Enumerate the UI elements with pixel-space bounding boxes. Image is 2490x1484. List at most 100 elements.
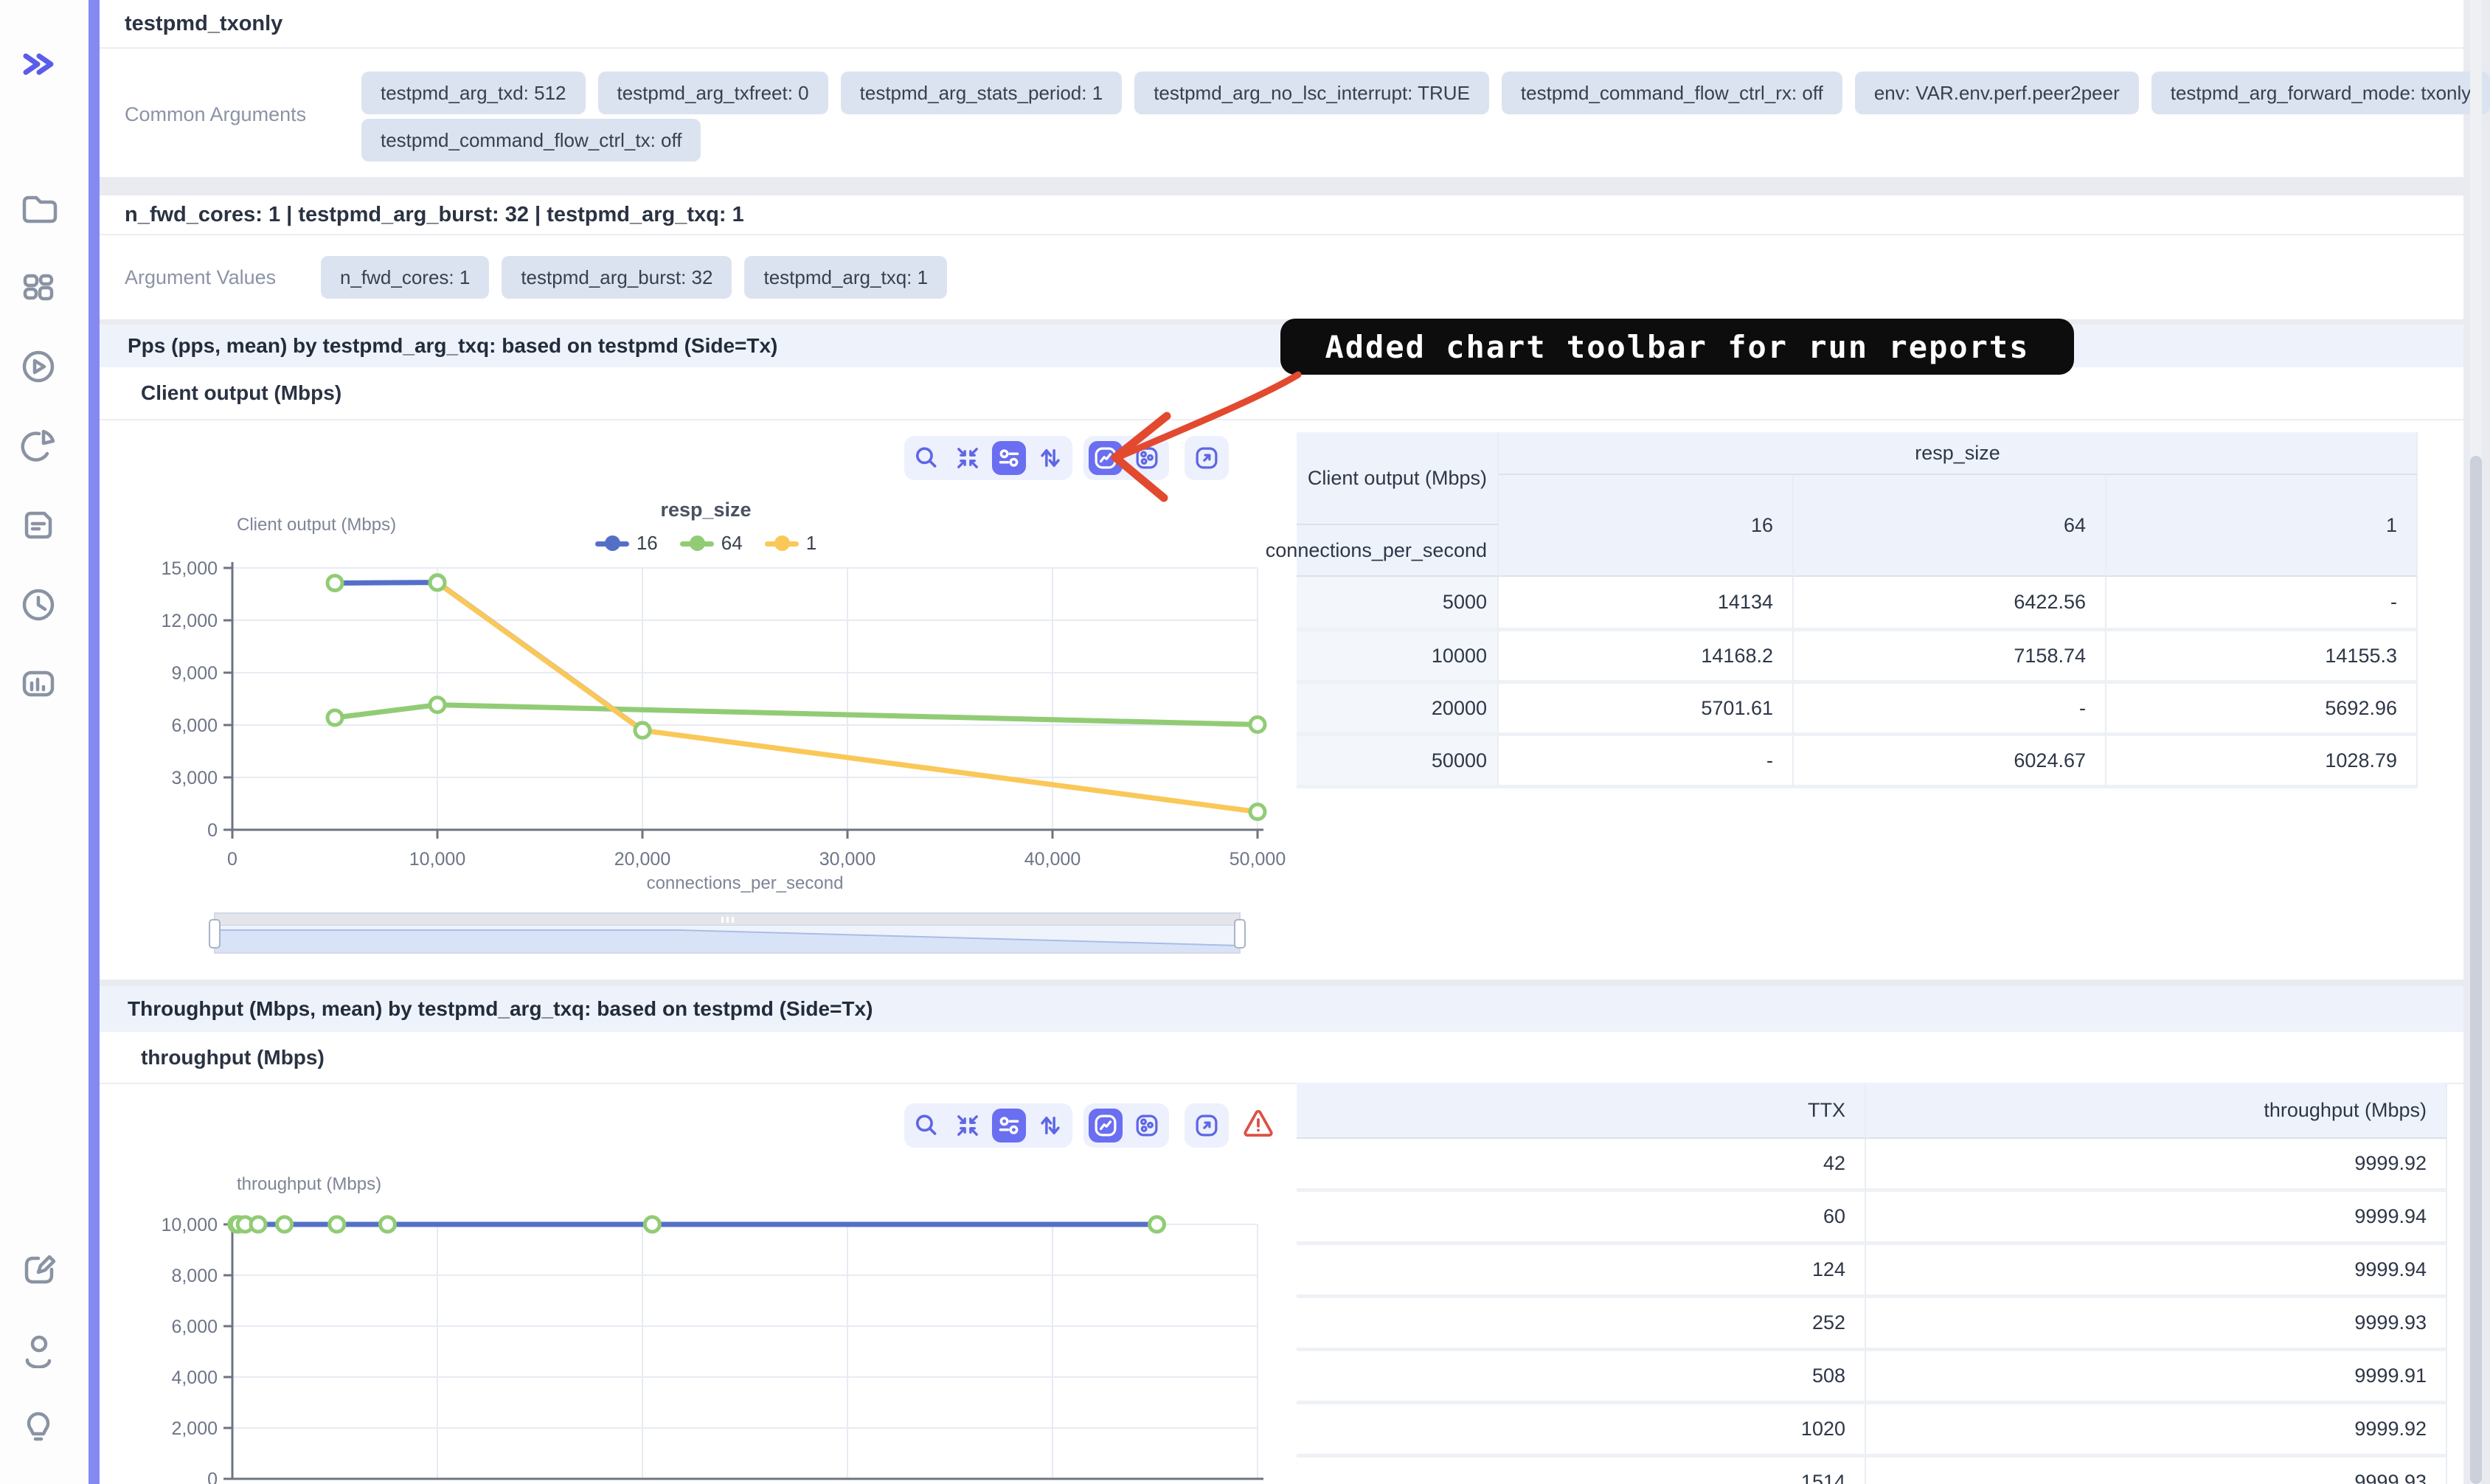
datazoom-bar[interactable]: [215, 914, 1239, 926]
panel-common-arguments: testpmd_txonly Common Arguments testpmd_…: [100, 0, 2463, 177]
zoom-search-icon[interactable]: [909, 1109, 943, 1143]
trend-line-icon[interactable]: [1089, 1109, 1123, 1143]
datazoom-profile: [215, 926, 1239, 952]
table-cell: 252: [1297, 1298, 1866, 1351]
chart1-toolbar-group-expand: [1185, 436, 1229, 480]
table-cell: 5701.61: [1499, 684, 1794, 736]
compress-icon[interactable]: [951, 1109, 985, 1143]
argument-tag: testpmd_arg_txq: 1: [744, 256, 947, 299]
annotation-callout: Added chart toolbar for run reports: [1280, 319, 2074, 375]
user-icon[interactable]: [19, 1330, 58, 1368]
legend-label: 16: [637, 532, 658, 555]
table-cell: 1020: [1297, 1404, 1866, 1457]
table-cell: -: [1794, 684, 2106, 736]
table-cell: 7158.74: [1794, 631, 2106, 684]
table-colgroup-header: resp_size: [1499, 432, 2418, 475]
throughput-table: TTX throughput (Mbps) 42 9999.92 60 9999…: [1297, 1083, 2447, 1484]
chart1-x-axis-label: connections_per_second: [597, 873, 892, 894]
chart1-toolbar-group-view: [904, 436, 1072, 480]
legend-label: 1: [806, 532, 816, 555]
scrollbar-thumb[interactable]: [2470, 456, 2482, 1484]
row-label: 5000: [1297, 577, 1499, 631]
filter-settings-icon[interactable]: [992, 441, 1026, 475]
zoom-search-icon[interactable]: [909, 441, 943, 475]
bar-chart-icon[interactable]: [19, 665, 58, 703]
argument-tag: testpmd_arg_burst: 32: [502, 256, 732, 299]
filter-settings-icon[interactable]: [992, 1109, 1026, 1143]
argument-tag: testpmd_arg_stats_period: 1: [841, 72, 1123, 114]
folder-icon[interactable]: [19, 189, 58, 227]
table-cell: 9999.93: [1866, 1457, 2447, 1484]
argument-tag: testpmd_arg_no_lsc_interrupt: TRUE: [1134, 72, 1489, 114]
chart2-panel-title: throughput (Mbps): [100, 1032, 2463, 1084]
table-header-cell: throughput (Mbps): [1866, 1083, 2447, 1139]
sidebar: [0, 0, 90, 1484]
expand-icon[interactable]: [1190, 441, 1224, 475]
play-circle-icon[interactable]: [19, 347, 58, 386]
table-cell: 1514: [1297, 1457, 1866, 1484]
legend-item-16[interactable]: 16: [595, 532, 658, 555]
edit-icon[interactable]: [19, 1250, 58, 1289]
argument-tag: env: VAR.env.perf.peer2peer: [1855, 72, 2139, 114]
row-label: 10000: [1297, 631, 1499, 684]
table-cell: 14168.2: [1499, 631, 1794, 684]
table-cell: 9999.94: [1866, 1192, 2447, 1245]
datazoom-handle-right[interactable]: [1234, 919, 1246, 949]
table-cell: 5692.96: [2106, 684, 2418, 736]
chart2-axis-title: throughput (Mbps): [237, 1174, 381, 1195]
table-cell: 42: [1297, 1139, 1866, 1192]
page-title: testpmd_txonly: [100, 0, 2463, 49]
clock-icon[interactable]: [19, 586, 58, 624]
table-corner-measure: Client output (Mbps): [1297, 432, 1499, 525]
table-cell: 9999.91: [1866, 1351, 2447, 1404]
legend-marker-icon: [595, 535, 629, 552]
table-header-cell: 1: [2106, 475, 2418, 577]
table-cell: -: [2106, 577, 2418, 631]
expand-icon[interactable]: [1190, 1109, 1224, 1143]
datazoom-grip-icon[interactable]: [718, 917, 737, 923]
pie-chart-icon[interactable]: [19, 427, 58, 465]
table-cell: 6024.67: [1794, 736, 2106, 788]
datazoom-handle-left[interactable]: [209, 919, 221, 949]
section-header-throughput: Throughput (Mbps, mean) by testpmd_arg_t…: [100, 986, 2463, 1032]
legend-item-1[interactable]: 1: [765, 532, 816, 555]
table-cell: 14155.3: [2106, 631, 2418, 684]
table-cell: 508: [1297, 1351, 1866, 1404]
double-chevron-right-icon[interactable]: [19, 45, 58, 83]
common-arguments-label: Common Arguments: [125, 103, 306, 126]
argument-tag: testpmd_arg_txd: 512: [361, 72, 586, 114]
argument-tag: testpmd_command_flow_ctrl_rx: off: [1502, 72, 1842, 114]
table-cell: 9999.92: [1866, 1404, 2447, 1457]
legend-item-64[interactable]: 64: [680, 532, 743, 555]
table-rowdim-header: connections_per_second: [1297, 525, 1499, 577]
argument-values-label: Argument Values: [125, 266, 276, 289]
grid-icon[interactable]: [19, 268, 58, 307]
table-cell: 124: [1297, 1245, 1866, 1298]
compress-icon[interactable]: [951, 441, 985, 475]
lightbulb-icon[interactable]: [19, 1407, 58, 1445]
chart2-toolbar-group-view: [904, 1103, 1072, 1148]
scatter-dots-icon[interactable]: [1130, 441, 1164, 475]
table-cell: 9999.92: [1866, 1139, 2447, 1192]
table-cell: 9999.93: [1866, 1298, 2447, 1351]
scatter-dots-icon[interactable]: [1130, 1109, 1164, 1143]
argument-combo-title: n_fwd_cores: 1 | testpmd_arg_burst: 32 |…: [100, 195, 2463, 235]
table-header-cell: 16: [1499, 475, 1794, 577]
chart1-axis-title: Client output (Mbps): [237, 515, 396, 535]
legend-title: resp_size: [521, 499, 890, 521]
trend-line-icon[interactable]: [1089, 441, 1123, 475]
warning-icon[interactable]: [1239, 1103, 1277, 1142]
table-header-cell: TTX: [1297, 1083, 1866, 1139]
panel-argument-values: n_fwd_cores: 1 | testpmd_arg_burst: 32 |…: [100, 195, 2463, 319]
chart1-datazoom-slider[interactable]: [214, 912, 1241, 954]
sort-icon[interactable]: [1033, 441, 1067, 475]
table-header-cell: 64: [1794, 475, 2106, 577]
argument-tag: testpmd_command_flow_ctrl_tx: off: [361, 119, 701, 162]
table-cell: 9999.94: [1866, 1245, 2447, 1298]
table-cell: 1028.79: [2106, 736, 2418, 788]
sort-icon[interactable]: [1033, 1109, 1067, 1143]
chart1-toolbar-group-type: [1083, 436, 1169, 480]
document-icon[interactable]: [19, 506, 58, 544]
table-cell: -: [1499, 736, 1794, 788]
chart1-panel-title: Client output (Mbps): [100, 367, 2463, 420]
